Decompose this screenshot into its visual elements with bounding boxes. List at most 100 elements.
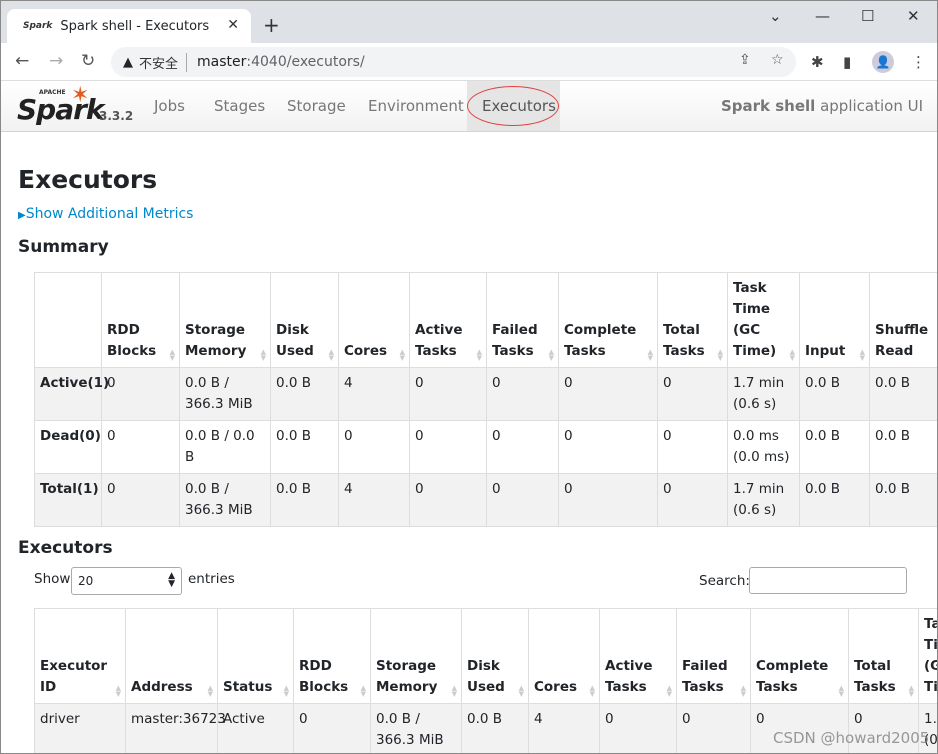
sort-icon: ▲ ▼ (859, 348, 865, 362)
column-header[interactable]: Complete Tasks ▲ ▼ (750, 608, 849, 704)
nav-stages[interactable]: Stages (199, 81, 280, 131)
column-header[interactable]: Storage Memory ▲ ▼ (179, 272, 271, 368)
maximize-icon[interactable]: ☐ (861, 7, 874, 25)
table-cell: 0 (558, 420, 658, 474)
table-cell: 0.0 B (869, 367, 937, 421)
sort-icon: ▲ ▼ (207, 684, 213, 698)
menu-icon[interactable]: ⋮ (911, 53, 926, 71)
column-header-label: Failed Tasks (682, 658, 728, 695)
column-header[interactable]: Failed Tasks ▲ ▼ (676, 608, 751, 704)
nav-storage[interactable]: Storage (272, 81, 361, 131)
sort-icon: ▲ ▼ (476, 348, 482, 362)
column-header-label: Total Tasks (854, 658, 896, 695)
sort-icon: ▲ ▼ (838, 684, 844, 698)
column-header[interactable]: Failed Tasks ▲ ▼ (486, 272, 559, 368)
table-cell: 0.0 B (799, 473, 870, 527)
column-header[interactable]: Disk Used ▲ ▼ (270, 272, 339, 368)
column-header[interactable]: Address ▲ ▼ (125, 608, 218, 704)
column-header[interactable]: Task Time (GC Time)▲▼ (918, 608, 938, 704)
column-header[interactable]: Cores ▲ ▼ (528, 608, 600, 704)
column-header[interactable]: Shuffle Read▲▼ (869, 272, 937, 368)
table-cell: 0 (558, 473, 658, 527)
table-cell: 0.0 B / 366.3 MiB (179, 367, 271, 421)
search-input[interactable] (749, 567, 907, 594)
column-header[interactable]: Storage Memory ▲ ▼ (370, 608, 462, 704)
back-icon[interactable]: ← (15, 51, 29, 71)
table-cell: 0 (676, 703, 751, 753)
address-bar[interactable]: ▲ 不安全 master:4040/executors/ ⇪ ☆ (111, 47, 796, 77)
column-header[interactable]: Total Tasks ▲ ▼ (657, 272, 728, 368)
bookmark-star-icon[interactable]: ☆ (771, 52, 784, 68)
column-header[interactable]: Complete Tasks ▲ ▼ (558, 272, 658, 368)
sort-icon: ▲ ▼ (169, 348, 175, 362)
table-cell: master:36723 (125, 703, 226, 753)
column-header[interactable]: RDD Blocks ▲ ▼ (293, 608, 371, 704)
browser-tab[interactable]: Spark Spark shell - Executors ✕ (7, 9, 251, 43)
highlight-circle (467, 86, 559, 126)
show-additional-metrics-link[interactable]: ▶Show Additional Metrics (18, 206, 193, 222)
column-header[interactable]: RDD Blocks ▲ ▼ (101, 272, 180, 368)
column-header[interactable]: Status ▲ ▼ (217, 608, 294, 704)
profile-avatar-icon[interactable]: 👤 (872, 51, 894, 73)
column-header[interactable]: Disk Used ▲ ▼ (461, 608, 529, 704)
table-cell: 0.0 B (869, 473, 937, 527)
side-panel-icon[interactable]: ▮ (843, 53, 851, 71)
sort-icon: ▲ ▼ (399, 348, 405, 362)
sort-icon: ▲ ▼ (328, 348, 334, 362)
sort-icon: ▲ ▼ (518, 684, 524, 698)
column-header-label: Storage Memory (185, 322, 247, 359)
new-tab-icon[interactable]: + (263, 13, 280, 37)
warning-icon[interactable]: ▲ (123, 55, 133, 70)
tab-search-icon[interactable]: ⌄ (769, 7, 782, 25)
column-header[interactable]: Active Tasks ▲ ▼ (409, 272, 487, 368)
column-header[interactable]: Executor ID ▲ ▼ (34, 608, 126, 704)
insecure-label: 不安全 (139, 52, 188, 72)
table-cell: 0.0 ms (0.0 ms) (727, 420, 800, 474)
close-window-icon[interactable]: ✕ (907, 7, 920, 25)
page-size-select[interactable]: 20 ▲ ▼ (71, 567, 182, 595)
table-cell: 0 (293, 703, 371, 753)
column-header-label: Task Time (GC Time) (924, 616, 938, 695)
close-tab-icon[interactable]: ✕ (227, 17, 239, 33)
column-header-label: Disk Used (467, 658, 505, 695)
column-header[interactable]: Total Tasks ▲ ▼ (848, 608, 919, 704)
table-cell: 0 (338, 420, 410, 474)
page-title: Executors (18, 165, 158, 194)
table-cell: 0 (409, 473, 487, 527)
reload-icon[interactable]: ↻ (81, 51, 95, 71)
column-header[interactable]: Input ▲ ▼ (799, 272, 870, 368)
browser-window: Spark Spark shell - Executors ✕ + ⌄ — ☐ … (0, 0, 938, 754)
nav-environment[interactable]: Environment (353, 81, 479, 131)
sort-icon: ▲ ▼ (666, 684, 672, 698)
table-row: Total(1) 0 0.0 B / 366.3 MiB 0.0 B 4 0 0 0 0 1.7 … (34, 473, 937, 527)
spark-logo[interactable]: APACHE Spark ✶ (17, 83, 105, 127)
sort-icon: ▲ ▼ (283, 684, 289, 698)
column-header-label: Shuffle Read (875, 322, 929, 359)
table-cell: 0 (657, 420, 728, 474)
executors-title: Executors (18, 538, 113, 558)
browser-toolbar: ← → ↻ ▲ 不安全 master:4040/executors/ ⇪ ☆ ✱… (1, 43, 937, 81)
column-header-label: Failed Tasks (492, 322, 538, 359)
column-header[interactable]: Active Tasks ▲ ▼ (599, 608, 677, 704)
url-path: :4040/executors/ (246, 54, 365, 70)
table-cell: 0 (101, 367, 180, 421)
spark-version: 3.3.2 (99, 109, 134, 123)
table-cell: 0.0 B (799, 367, 870, 421)
table-cell: 0.0 B (461, 703, 529, 753)
sort-icon: ▲ ▼ (740, 684, 746, 698)
share-icon[interactable]: ⇪ (739, 52, 751, 68)
sort-icon: ▲ ▼ (789, 348, 795, 362)
tab-title: Spark shell - Executors (60, 18, 210, 34)
minimize-icon[interactable]: — (815, 7, 830, 25)
forward-icon[interactable]: → (49, 51, 63, 71)
table-cell: 0 (486, 473, 559, 527)
app-ui-title: Spark shell application UI (721, 81, 923, 131)
column-header[interactable]: Task Time (GC Time)▲▼ (727, 272, 800, 368)
extensions-icon[interactable]: ✱ (811, 53, 824, 71)
tab-strip: Spark Spark shell - Executors ✕ + ⌄ — ☐ … (1, 1, 937, 43)
table-cell: 4 (338, 367, 410, 421)
table-cell: Active (217, 703, 294, 753)
nav-jobs[interactable]: Jobs (139, 81, 200, 131)
column-header-label: RDD Blocks (299, 658, 349, 695)
column-header[interactable]: Cores ▲ ▼ (338, 272, 410, 368)
